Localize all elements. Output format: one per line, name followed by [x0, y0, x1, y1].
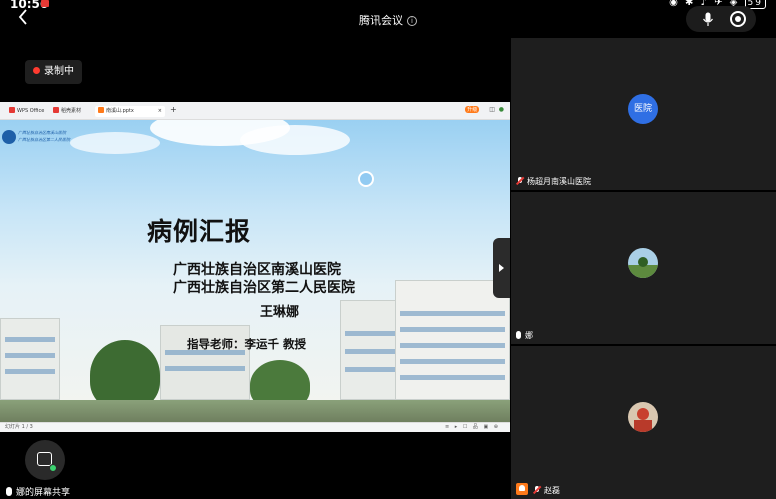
logo-line-1: 广西壮族自治区南溪山医院 — [18, 130, 66, 135]
recording-dot-icon — [33, 67, 40, 74]
avatar: 医院 — [628, 94, 658, 124]
wps-logo-icon — [9, 107, 15, 113]
meeting-controls — [686, 6, 756, 32]
record-control-icon[interactable] — [730, 11, 746, 27]
tab-wps-office: WPS Office — [6, 106, 47, 117]
view-controls: ≡ ▸ ☐ 品 ▣ ⊕ — [444, 424, 500, 430]
slide-hospital-2: 广西壮族自治区第二人民医院 — [173, 280, 355, 296]
avatar — [628, 402, 658, 432]
tab-close-icon: × — [157, 108, 162, 114]
muted-mic-icon — [516, 177, 524, 185]
avatar-dot-icon: ● — [498, 106, 504, 113]
sun-decoration — [358, 171, 374, 187]
cloud-shape — [240, 125, 350, 155]
ground — [0, 400, 510, 422]
tab-label: 稻壳素材 — [61, 108, 82, 114]
dake-logo-icon — [53, 107, 59, 113]
microphone-icon[interactable] — [700, 11, 716, 27]
meeting-title-area[interactable]: 腾讯会议 i — [0, 12, 776, 28]
hospital-logo-icon — [2, 130, 16, 144]
meeting-top-bar: 腾讯会议 i — [0, 0, 776, 38]
tab-pptx-file: 南溪山.pptx × — [95, 106, 165, 117]
participant-tile[interactable]: 医院 杨超月南溪山医院 — [511, 38, 776, 190]
participant-name: 杨超月南溪山医院 — [527, 177, 591, 186]
wps-status-bar: 幻灯片 1 / 3 ≡ ▸ ☐ 品 ▣ ⊕ — [0, 422, 510, 432]
building-tower — [340, 300, 400, 400]
shared-screen[interactable]: WPS Office 稻壳素材 南溪山.pptx × + 升级 ◫ ● 广西壮族自… — [0, 102, 510, 432]
participant-tile[interactable]: 赵磊 — [511, 346, 776, 499]
tab-dake-assets: 稻壳素材 — [50, 106, 84, 117]
muted-mic-icon — [533, 486, 541, 494]
participant-name: 赵磊 — [544, 486, 560, 495]
ppt-file-icon — [98, 107, 104, 113]
screen-share-icon — [516, 483, 528, 495]
recording-label: 录制中 — [44, 66, 74, 77]
recording-badge[interactable]: 录制中 — [25, 60, 82, 84]
hospital-logo-text: 广西壮族自治区南溪山医院 广西壮族自治区第二人民医院 — [18, 129, 70, 143]
avatar — [628, 248, 658, 278]
wps-window-controls: 升级 ◫ ● — [465, 106, 504, 113]
participant-name: 娜 — [525, 331, 533, 340]
logo-line-2: 广西壮族自治区第二人民医院 — [18, 137, 70, 142]
slide-presenter: 王琳娜 — [260, 305, 300, 320]
participant-label: 赵磊 — [516, 483, 560, 496]
upgrade-badge: 升级 — [465, 106, 480, 113]
status-dot-icon — [49, 464, 57, 472]
slide-title: 病例汇报 — [147, 217, 252, 246]
slide-hospital-1: 广西壮族自治区南溪山医院 — [173, 262, 341, 278]
expand-panel-button[interactable] — [493, 238, 510, 298]
share-label-text: 娜的屏幕共享 — [16, 488, 71, 498]
building-right — [395, 280, 510, 400]
new-tab-icon: + — [170, 105, 177, 114]
layout-icon: ◫ — [489, 106, 495, 113]
floating-toolbar-button[interactable] — [25, 440, 65, 480]
slide-canvas: 广西壮族自治区南溪山医院 广西壮族自治区第二人民医院 病例汇报 广西壮族自治区南溪… — [0, 120, 510, 422]
info-icon[interactable]: i — [407, 16, 417, 26]
microphone-icon — [516, 331, 521, 339]
wps-tab-bar: WPS Office 稻壳素材 南溪山.pptx × + 升级 ◫ ● — [0, 102, 510, 120]
main-share-area: 录制中 WPS Office 稻壳素材 南溪山.pptx × + 升级 ◫ ● 广 — [0, 38, 510, 499]
participant-label: 娜 — [516, 330, 533, 341]
slide-advisor: 指导老师：李运千 教授 — [187, 337, 307, 351]
tab-label: 南溪山.pptx — [106, 108, 134, 114]
building-left — [0, 318, 60, 400]
microphone-icon — [6, 487, 12, 496]
participant-tile[interactable]: 娜 — [511, 192, 776, 344]
tab-label: WPS Office — [17, 108, 45, 114]
cloud-shape — [70, 132, 160, 154]
slide-counter: 幻灯片 1 / 3 — [5, 424, 33, 430]
meeting-title: 腾讯会议 — [359, 14, 403, 27]
participant-label: 杨超月南溪山医院 — [516, 176, 591, 187]
share-owner-label: 娜的屏幕共享 — [6, 485, 70, 498]
